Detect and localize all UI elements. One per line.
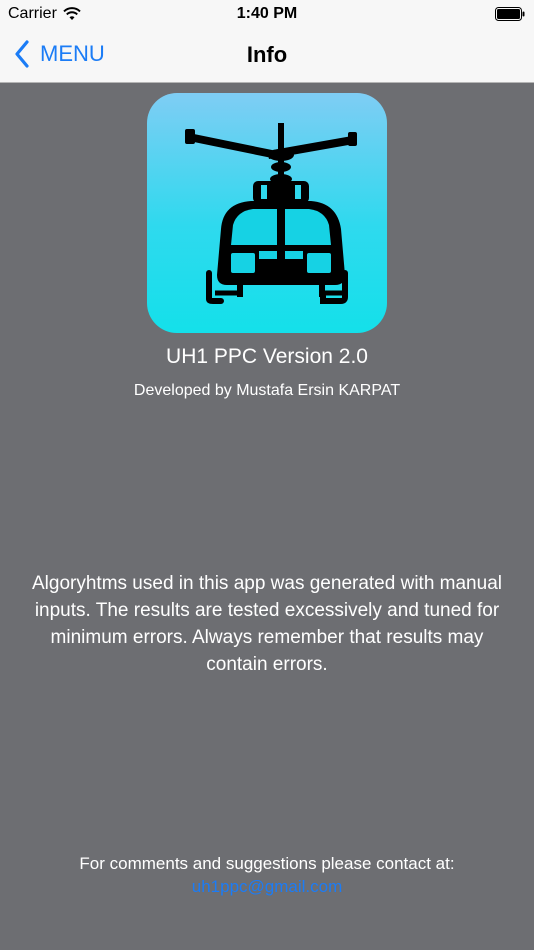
helicopter-icon <box>147 93 387 333</box>
contact-email-link[interactable]: uh1ppc@gmail.com <box>0 877 534 897</box>
battery-icon <box>495 7 525 21</box>
navigation-bar: MENU Info <box>0 28 534 82</box>
disclaimer-text: Algoryhtms used in this app was generate… <box>32 573 502 675</box>
status-bar: Carrier 1:40 PM <box>0 0 534 28</box>
status-time: 1:40 PM <box>236 5 298 22</box>
developer-credit: Developed by Mustafa Ersin KARPAT <box>133 382 401 399</box>
info-screen: Carrier 1:40 PM MENU Info UH1 PPC Versio… <box>0 0 534 950</box>
contact-text: For comments and suggestions please cont… <box>79 854 455 873</box>
app-version: UH1 PPC Version 2.0 <box>166 345 368 368</box>
page-title: Info <box>246 42 288 67</box>
top-bar: Carrier 1:40 PM MENU Info <box>0 0 534 83</box>
